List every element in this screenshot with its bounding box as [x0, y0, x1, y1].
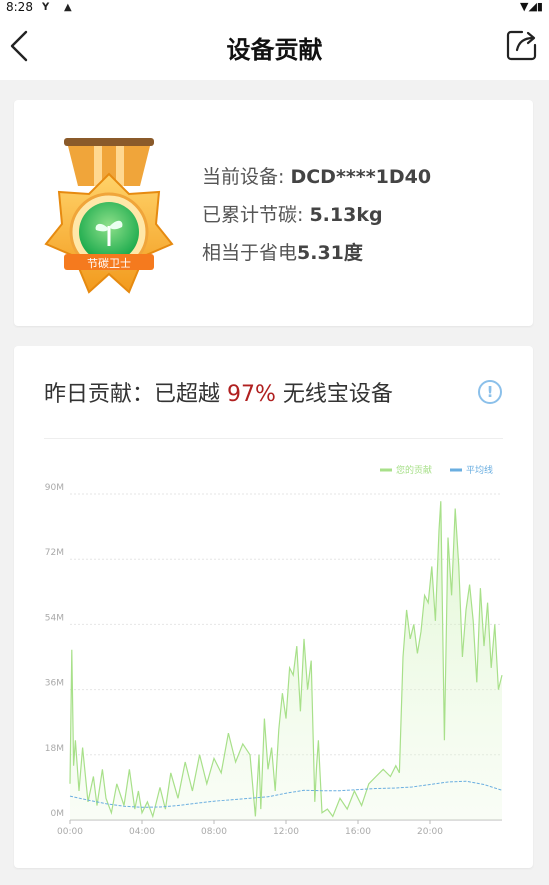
- current-device-value: DCD****1D40: [290, 166, 432, 188]
- carbon-saved-label: 已累计节碳:: [202, 204, 310, 226]
- legend-label-your-contribution: 您的贡献: [396, 464, 432, 476]
- heading-percent: 97%: [227, 382, 276, 407]
- download-notification-icon: ▲: [64, 2, 72, 13]
- x-tick-label: 20:00: [417, 827, 443, 837]
- divider: [44, 438, 503, 439]
- y-tick-label: 18M: [45, 744, 64, 754]
- contribution-heading: 昨日贡献：已超越 97% 无线宝设备: [44, 376, 393, 408]
- x-tick-label: 16:00: [345, 827, 371, 837]
- y-tick-label: 90M: [45, 483, 64, 493]
- current-device-row: 当前设备: DCD****1D40: [202, 162, 431, 189]
- current-device-label: 当前设备:: [202, 166, 291, 188]
- status-bar: 8:28 𝗬 ▲ ▼◢▮: [0, 0, 549, 16]
- page-title: 设备贡献: [226, 36, 323, 64]
- power-saved-row: 相当于省电5.31度: [202, 238, 363, 265]
- x-tick-label: 12:00: [273, 827, 299, 837]
- x-tick-label: 08:00: [201, 827, 227, 837]
- x-tick-label: 04:00: [129, 827, 155, 837]
- contribution-chart: 0M 18M 36M 54M 72M 90M 00:00 04:00 08:00 12:00 16:…: [45, 464, 503, 837]
- carbon-saved-value: 5.13kg: [309, 204, 383, 226]
- share-icon[interactable]: [505, 28, 539, 62]
- device-card: 节碳卫士 当前设备: DCD****1D40 已累计节碳: 5.13kg 相当于…: [14, 100, 533, 326]
- heading-prefix: 昨日贡献：已超越: [44, 382, 227, 407]
- y-tick-label: 72M: [45, 548, 64, 558]
- legend-label-average: 平均线: [466, 464, 493, 476]
- power-saved-label: 相当于省电: [202, 242, 298, 264]
- power-saved-value: 5.31度: [297, 242, 363, 264]
- your-contribution-area: [70, 501, 502, 820]
- y-tick-label: 0M: [51, 809, 65, 819]
- medal-title: 节碳卫士: [87, 256, 131, 270]
- info-icon[interactable]: !: [478, 380, 502, 404]
- status-time: 8:28: [6, 0, 33, 14]
- y-tick-label: 36M: [45, 679, 64, 689]
- carbon-guard-medal-icon: 节碳卫士: [44, 138, 174, 294]
- signal-battery-icons: ▼◢▮: [520, 0, 543, 13]
- app-bar: 设备贡献: [0, 16, 549, 80]
- x-tick-label: 00:00: [57, 827, 83, 837]
- y-tick-label: 54M: [45, 613, 64, 623]
- app-notification-icon: 𝗬: [42, 2, 50, 13]
- heading-suffix: 无线宝设备: [275, 382, 393, 407]
- carbon-saved-row: 已累计节碳: 5.13kg: [202, 200, 383, 227]
- contribution-card: 昨日贡献：已超越 97% 无线宝设备 ! 0M 18M 36M 54M 72M 90M 00…: [14, 346, 533, 868]
